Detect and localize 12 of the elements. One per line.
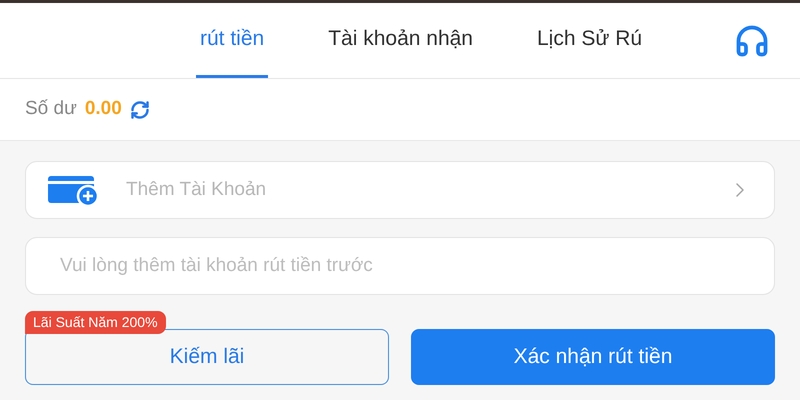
- headset-icon[interactable]: [734, 22, 770, 58]
- input-field[interactable]: Vui lòng thêm tài khoản rút tiền trước: [25, 237, 775, 295]
- balance-label: Số dư: [25, 97, 77, 122]
- interest-badge: Lãi Suất Năm 200%: [25, 311, 166, 334]
- earn-button[interactable]: Kiếm lãi: [25, 329, 389, 385]
- refresh-icon[interactable]: [130, 100, 150, 120]
- balance-amount: 0.00: [84, 97, 122, 122]
- add-account-label: Thêm Tài Khoản: [126, 178, 266, 202]
- card-add-icon: [48, 174, 100, 206]
- confirm-button[interactable]: Xác nhận rút tiền: [411, 329, 775, 385]
- tab[interactable]: Tài khoản nhận: [324, 3, 477, 78]
- tab[interactable]: Lịch Sử Rú: [532, 3, 646, 78]
